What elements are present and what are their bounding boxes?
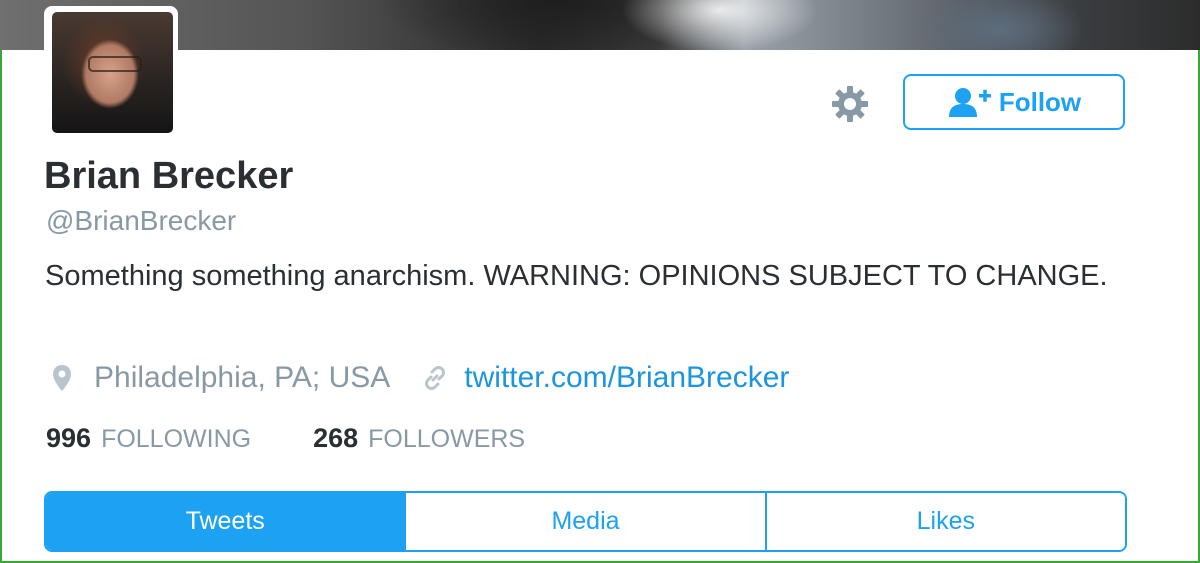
avatar[interactable] (52, 12, 173, 133)
profile-website-link[interactable]: twitter.com/BrianBrecker (464, 361, 789, 395)
follow-button-label: Follow (998, 86, 1082, 117)
following-label: FOLLOWING (101, 425, 252, 453)
following-count: 996 (46, 423, 92, 453)
profile-bio: Something something anarchism. WARNING: … (45, 260, 1108, 292)
tab-media[interactable]: Media (404, 493, 765, 550)
followers-label: FOLLOWERS (368, 425, 526, 453)
profile-meta-row: Philadelphia, PA; USA twitter.com/BrianB… (52, 358, 789, 398)
tab-likes[interactable]: Likes (764, 493, 1125, 550)
profile-stats: 996 FOLLOWING 268 FOLLOWERS (46, 423, 525, 454)
profile-display-name: Brian Brecker (44, 155, 294, 197)
settings-button[interactable] (826, 80, 874, 128)
link-icon (422, 365, 448, 391)
avatar-glasses (88, 56, 142, 72)
follow-button[interactable]: Follow (903, 74, 1125, 130)
profile-screen-name: @BrianBrecker (46, 205, 237, 236)
location-pin-icon (52, 364, 72, 392)
followers-stat[interactable]: 268 FOLLOWERS (313, 423, 525, 454)
header-banner-image (0, 0, 1200, 50)
frame-edge-left (0, 50, 2, 563)
followers-count: 268 (313, 423, 359, 453)
gear-icon (832, 86, 868, 122)
profile-location: Philadelphia, PA; USA (94, 361, 391, 394)
following-stat[interactable]: 996 FOLLOWING (46, 423, 251, 454)
profile-tabs: Tweets Media Likes (44, 491, 1127, 552)
tab-tweets[interactable]: Tweets (46, 493, 405, 550)
add-user-icon (948, 88, 991, 117)
